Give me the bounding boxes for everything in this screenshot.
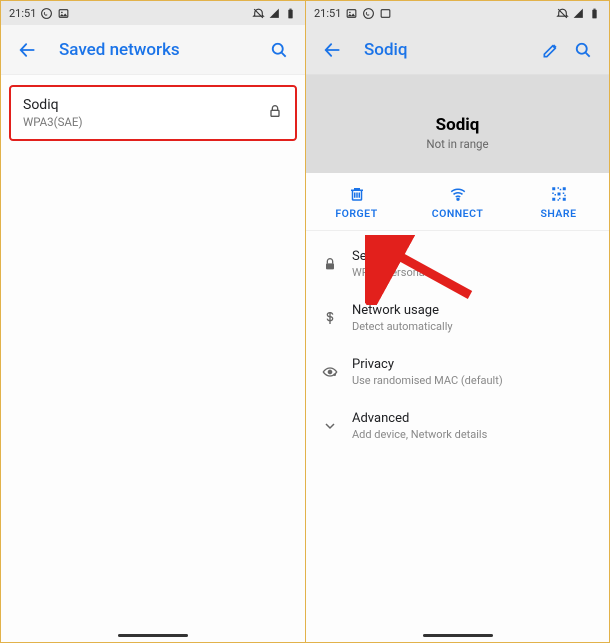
detail-security[interactable]: Security WPA3-Personal bbox=[306, 237, 609, 291]
alarm-off-icon bbox=[252, 7, 265, 20]
detail-title: Advanced bbox=[352, 411, 593, 426]
lock-icon bbox=[267, 103, 283, 123]
back-button[interactable] bbox=[11, 34, 43, 66]
image-icon bbox=[379, 7, 392, 20]
network-hero-name: Sodiq bbox=[316, 115, 599, 135]
detail-sub: Add device, Network details bbox=[352, 428, 593, 441]
pane-saved-networks: 21:51 Saved networks Sodiq WPA3(SAE) bbox=[1, 1, 305, 642]
network-item-sodiq[interactable]: Sodiq WPA3(SAE) bbox=[9, 85, 297, 141]
app-bar-saved-networks: Saved networks bbox=[1, 25, 305, 75]
network-hero-status: Not in range bbox=[316, 137, 599, 151]
status-time: 21:51 bbox=[314, 7, 341, 20]
battery-icon bbox=[284, 7, 297, 20]
signal-icon bbox=[572, 7, 585, 20]
battery-icon bbox=[588, 7, 601, 20]
dollar-icon bbox=[322, 310, 352, 326]
search-button[interactable] bbox=[567, 34, 599, 66]
connect-label: CONNECT bbox=[432, 207, 484, 220]
edit-button[interactable] bbox=[535, 34, 567, 66]
connect-button[interactable]: CONNECT bbox=[407, 173, 508, 230]
status-bar: 21:51 bbox=[306, 1, 609, 25]
action-row: FORGET CONNECT SHARE bbox=[306, 173, 609, 231]
lock-icon bbox=[322, 256, 352, 272]
whatsapp-icon bbox=[362, 7, 375, 20]
signal-icon bbox=[268, 7, 281, 20]
share-label: SHARE bbox=[540, 207, 576, 220]
pane-network-detail: 21:51 Sodiq Sodiq Not in range FORGE bbox=[305, 1, 609, 642]
eye-icon bbox=[322, 364, 352, 380]
search-button[interactable] bbox=[263, 34, 295, 66]
back-button[interactable] bbox=[316, 34, 348, 66]
detail-privacy[interactable]: Privacy Use randomised MAC (default) bbox=[306, 345, 609, 399]
forget-label: FORGET bbox=[335, 207, 377, 220]
network-hero: Sodiq Not in range bbox=[306, 75, 609, 173]
image-icon bbox=[57, 7, 70, 20]
detail-list: Security WPA3-Personal Network usage Det… bbox=[306, 231, 609, 459]
status-time: 21:51 bbox=[9, 7, 36, 20]
network-list: Sodiq WPA3(SAE) bbox=[1, 75, 305, 151]
detail-sub: Use randomised MAC (default) bbox=[352, 374, 593, 387]
detail-title: Security bbox=[352, 249, 593, 264]
detail-title: Privacy bbox=[352, 357, 593, 372]
status-bar: 21:51 bbox=[1, 1, 305, 25]
detail-sub: WPA3-Personal bbox=[352, 266, 593, 279]
page-title: Sodiq bbox=[364, 40, 407, 60]
whatsapp-icon bbox=[40, 7, 53, 20]
nav-indicator bbox=[118, 634, 188, 637]
forget-button[interactable]: FORGET bbox=[306, 173, 407, 230]
share-button[interactable]: SHARE bbox=[508, 173, 609, 230]
nav-indicator bbox=[423, 634, 493, 637]
app-bar-network-detail: Sodiq bbox=[306, 25, 609, 75]
detail-title: Network usage bbox=[352, 303, 593, 318]
detail-sub: Detect automatically bbox=[352, 320, 593, 333]
alarm-off-icon bbox=[556, 7, 569, 20]
page-title: Saved networks bbox=[59, 40, 180, 60]
detail-network-usage[interactable]: Network usage Detect automatically bbox=[306, 291, 609, 345]
network-name: Sodiq bbox=[23, 97, 267, 113]
image-icon bbox=[345, 7, 358, 20]
chevron-down-icon bbox=[322, 418, 352, 434]
detail-advanced[interactable]: Advanced Add device, Network details bbox=[306, 399, 609, 453]
network-security: WPA3(SAE) bbox=[23, 115, 267, 129]
